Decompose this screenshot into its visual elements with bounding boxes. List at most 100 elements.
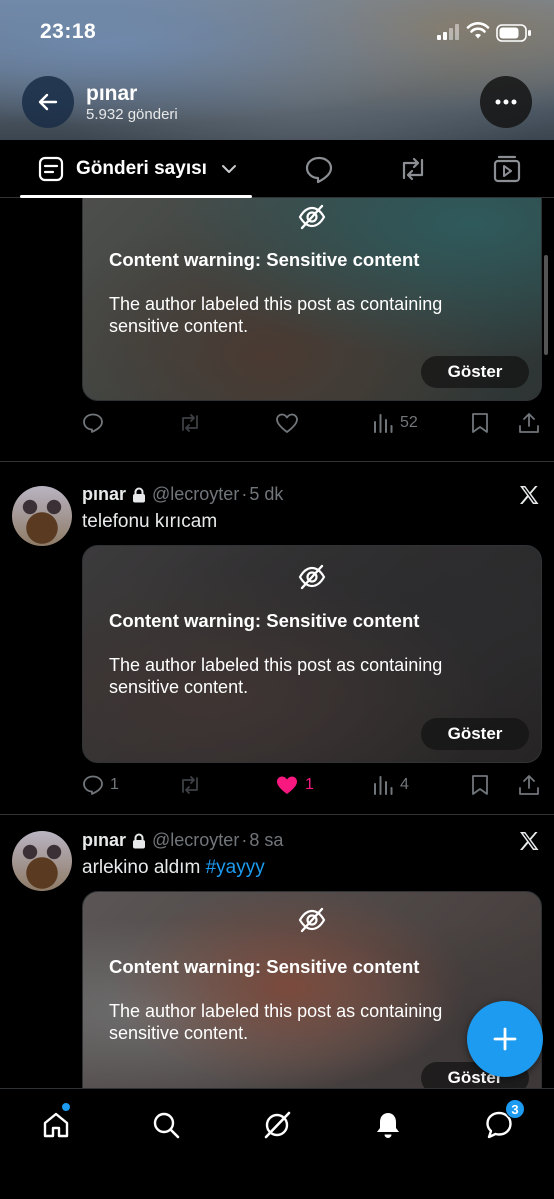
content-warning-title: Content warning: Sensitive content: [109, 249, 420, 270]
post-text-body: arlekino aldım: [82, 857, 206, 878]
more-options-button[interactable]: [480, 76, 532, 128]
x-logo-icon[interactable]: [518, 830, 540, 852]
post-actions: 52: [82, 412, 542, 436]
home-unread-dot: [62, 1103, 70, 1111]
tab-reposts-icon[interactable]: [397, 154, 429, 184]
author-name[interactable]: pınar: [82, 484, 126, 505]
post-feed: Content warning: Sensitive content The a…: [0, 198, 554, 1088]
reply-button[interactable]: 1: [82, 774, 119, 796]
sensitive-media-card[interactable]: Content warning: Sensitive content The a…: [82, 198, 542, 401]
more-icon: [495, 99, 517, 105]
like-button[interactable]: 1: [275, 774, 314, 796]
post-list-icon: [38, 156, 64, 182]
nav-search[interactable]: [146, 1105, 186, 1145]
repost-button[interactable]: [178, 412, 202, 434]
compose-button[interactable]: [467, 1001, 543, 1077]
profile-tab-bar: Gönderi sayısı: [0, 140, 554, 198]
tab-posts[interactable]: Gönderi sayısı: [20, 140, 252, 198]
show-button[interactable]: Göster: [421, 356, 529, 388]
eye-slash-icon: [298, 564, 326, 590]
tab-videos-icon[interactable]: [492, 154, 522, 184]
search-icon: [153, 1112, 180, 1139]
grok-icon: [264, 1111, 291, 1139]
tab-replies-icon[interactable]: [304, 154, 334, 184]
views-count: 4: [400, 776, 409, 793]
content-warning-title: Content warning: Sensitive content: [109, 610, 420, 631]
hashtag-link[interactable]: #yayyy: [206, 857, 265, 878]
battery-icon: [496, 24, 531, 42]
nav-home[interactable]: [36, 1105, 76, 1145]
heart-icon: [276, 413, 298, 433]
chevron-down-icon: [221, 165, 236, 173]
bell-icon: [377, 1113, 399, 1138]
bottom-nav: 3: [0, 1088, 554, 1199]
avatar[interactable]: [12, 486, 72, 546]
share-icon: [519, 775, 539, 795]
back-button[interactable]: [22, 76, 74, 128]
views-chart-icon: [374, 776, 393, 795]
repost-icon: [182, 776, 198, 794]
messages-badge: 3: [505, 1099, 525, 1119]
separator-dot: ·: [241, 830, 248, 850]
author-handle[interactable]: @lecroyter: [152, 830, 239, 851]
heart-filled-icon: [277, 776, 297, 794]
eye-slash-icon: [298, 204, 326, 230]
views-button[interactable]: 52: [372, 412, 418, 434]
reply-button[interactable]: [82, 412, 104, 434]
status-time: 23:18: [40, 20, 97, 43]
sensitive-media-card[interactable]: Content warning: Sensitive content The a…: [82, 545, 542, 763]
views-chart-icon: [374, 414, 393, 433]
wifi-icon: [466, 22, 490, 39]
post-divider: [0, 814, 554, 815]
share-button[interactable]: [518, 412, 540, 434]
separator-dot: ·: [241, 484, 248, 504]
post-text: arlekino aldım #yayyy: [82, 857, 265, 879]
status-bar: 23:18: [0, 0, 554, 66]
nav-notifications[interactable]: [368, 1105, 408, 1145]
like-count: 1: [305, 776, 314, 793]
active-tab-indicator: [20, 195, 252, 198]
post-time[interactable]: 8 sa: [249, 830, 283, 851]
home-icon: [43, 1112, 69, 1138]
reply-count: 1: [110, 776, 119, 793]
post-divider: [0, 461, 554, 462]
bookmark-icon: [472, 413, 488, 433]
lock-icon: [133, 833, 146, 848]
bookmark-button[interactable]: [470, 774, 490, 796]
views-button[interactable]: 4: [372, 774, 409, 796]
bookmark-button[interactable]: [470, 412, 490, 434]
scroll-indicator[interactable]: [544, 255, 548, 355]
post-header: pınar @lecroyter · 5 dk: [82, 484, 283, 505]
content-warning-text: The author labeled this post as containi…: [109, 1001, 443, 1043]
post-time[interactable]: 5 dk: [249, 484, 283, 505]
repost-icon: [182, 414, 198, 432]
author-handle[interactable]: @lecroyter: [152, 484, 239, 505]
tab-posts-label: Gönderi sayısı: [76, 158, 207, 179]
share-button[interactable]: [518, 774, 540, 796]
share-icon: [519, 413, 539, 433]
post-text: telefonu kırıcam: [82, 511, 218, 532]
post-actions: 1 1 4: [82, 774, 542, 798]
eye-slash-icon: [298, 907, 326, 933]
like-button[interactable]: [275, 412, 299, 434]
reply-icon: [83, 413, 103, 433]
bookmark-icon: [472, 775, 488, 795]
repost-button[interactable]: [178, 774, 202, 796]
avatar[interactable]: [12, 831, 72, 891]
arrow-left-icon: [38, 93, 58, 111]
show-button[interactable]: Göster: [421, 718, 529, 750]
reply-icon: [83, 775, 103, 795]
plus-icon: [493, 1027, 517, 1051]
author-name[interactable]: pınar: [82, 830, 126, 851]
nav-grok[interactable]: [257, 1105, 297, 1145]
views-count: 52: [400, 414, 418, 431]
profile-name: pınar: [86, 82, 138, 105]
lock-icon: [133, 487, 146, 502]
content-warning-text: The author labeled this post as containi…: [109, 655, 443, 697]
content-warning-title: Content warning: Sensitive content: [109, 956, 420, 977]
post-count: 5.932 gönderi: [86, 106, 178, 123]
x-logo-icon[interactable]: [518, 484, 540, 506]
post-header: pınar @lecroyter · 8 sa: [82, 830, 283, 851]
cellular-signal-icon: [437, 24, 459, 40]
content-warning-text: The author labeled this post as containi…: [109, 294, 443, 336]
